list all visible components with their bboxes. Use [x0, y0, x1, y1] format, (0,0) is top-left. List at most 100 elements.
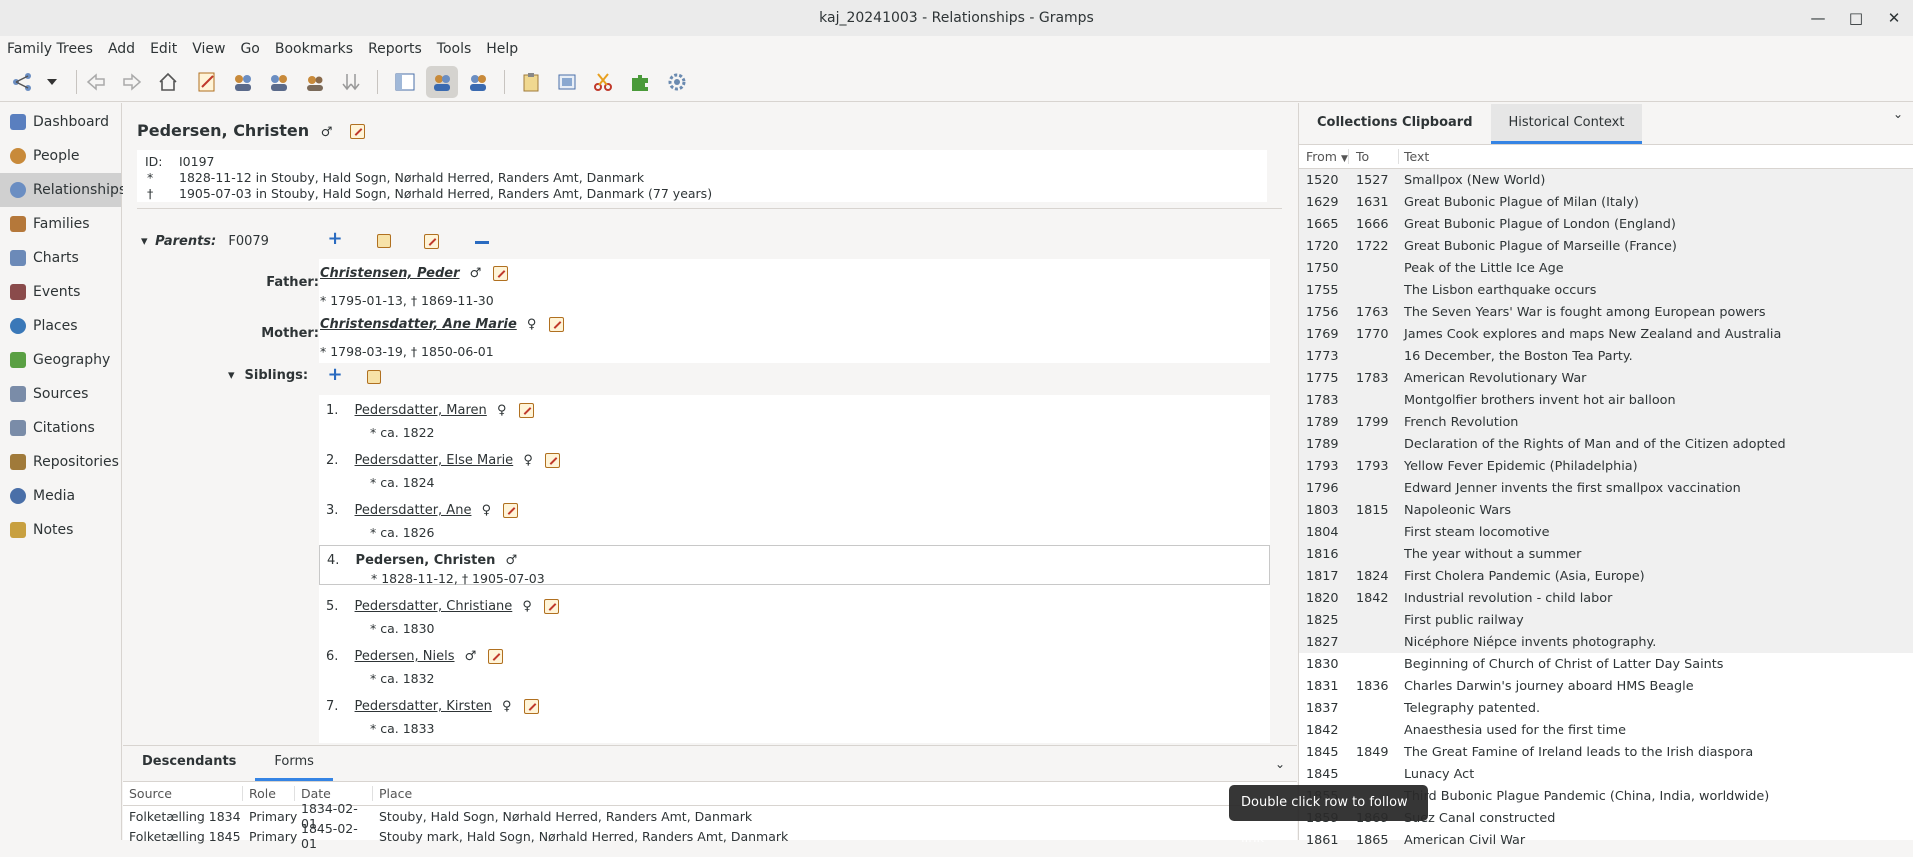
minimize-icon[interactable]: —: [1799, 0, 1837, 36]
remove-family-icon[interactable]: [475, 241, 489, 244]
add-family-icon[interactable]: +: [327, 230, 343, 248]
table-row[interactable]: 1827 Nicéphore Niépce invents photography…: [1299, 631, 1913, 653]
table-row[interactable]: Folketælling 1845 Primary 1845-02-01 Sto…: [123, 821, 1297, 851]
edit-person-icon[interactable]: [349, 124, 365, 139]
column-text[interactable]: Text: [1399, 149, 1429, 164]
sidebar-item-media[interactable]: Media: [0, 479, 121, 513]
table-row[interactable]: 1793 1793 Yellow Fever Epidemic (Philadelp…: [1299, 455, 1913, 477]
reorder-icon[interactable]: [335, 66, 367, 98]
family-id[interactable]: F0079: [228, 234, 269, 249]
sibling-name-link[interactable]: Pedersdatter, Maren: [355, 403, 487, 418]
sidebar-item-places[interactable]: Places: [0, 309, 121, 343]
menu-reports[interactable]: Reports: [368, 41, 422, 57]
table-row[interactable]: 1775 1783 American Revolutionary War: [1299, 367, 1913, 389]
table-row[interactable]: 1755 The Lisbon earthquake occurs: [1299, 279, 1913, 301]
maximize-icon[interactable]: □: [1837, 0, 1875, 36]
sibling-name-link[interactable]: Pedersdatter, Ane: [355, 503, 472, 518]
sibling-name-link[interactable]: Pedersdatter, Else Marie: [355, 453, 514, 468]
add-parents-icon[interactable]: [227, 66, 259, 98]
chevron-down-icon[interactable]: ⌄: [1893, 107, 1903, 121]
menu-view[interactable]: View: [192, 41, 225, 57]
column-source[interactable]: Source: [123, 786, 243, 801]
sidebar-item-people[interactable]: People: [0, 139, 121, 173]
sidebar-item-sources[interactable]: Sources: [0, 377, 121, 411]
tab-historical-context[interactable]: Historical Context: [1490, 104, 1643, 144]
menu-family-trees[interactable]: Family Trees: [7, 41, 93, 57]
person-view-icon[interactable]: [426, 66, 458, 98]
column-role[interactable]: Role: [243, 786, 295, 801]
column-date[interactable]: Date: [295, 786, 373, 801]
add-sibling-icon[interactable]: +: [327, 366, 343, 384]
edit-person-icon[interactable]: [191, 66, 223, 98]
edit-sibling-icon[interactable]: [545, 453, 560, 468]
home-icon[interactable]: [152, 66, 184, 98]
share-family-icon[interactable]: [377, 234, 391, 248]
share-sibling-icon[interactable]: [367, 370, 381, 384]
sidebar-item-repositories[interactable]: Repositories: [0, 445, 121, 479]
sibling-name-link[interactable]: Pedersdatter, Kirsten: [355, 699, 492, 714]
menu-help[interactable]: Help: [486, 41, 518, 57]
family-view-icon[interactable]: [462, 66, 494, 98]
forward-icon[interactable]: [116, 66, 148, 98]
sidebar-item-geography[interactable]: Geography: [0, 343, 121, 377]
table-row[interactable]: 1796 Edward Jenner invents the first smal…: [1299, 477, 1913, 499]
column-place[interactable]: Place: [373, 786, 1297, 801]
table-row[interactable]: 1750 Peak of the Little Ice Age: [1299, 257, 1913, 279]
collapse-arrow-icon[interactable]: ▾: [141, 234, 151, 249]
column-from[interactable]: From ▼: [1299, 149, 1349, 164]
menu-go[interactable]: Go: [240, 41, 259, 57]
edit-family-icon[interactable]: [424, 234, 439, 249]
sidebar-item-charts[interactable]: Charts: [0, 241, 121, 275]
edit-sibling-icon[interactable]: [523, 699, 539, 714]
father-name-link[interactable]: Christensen, Peder: [320, 266, 460, 281]
edit-mother-icon[interactable]: [548, 317, 564, 332]
sidebar-item-citations[interactable]: Citations: [0, 411, 121, 445]
table-row[interactable]: 1803 1815 Napoleonic Wars: [1299, 499, 1913, 521]
table-row[interactable]: 1789 1799 French Revolution: [1299, 411, 1913, 433]
table-row[interactable]: 1820 1842 Industrial revolution - child la…: [1299, 587, 1913, 609]
share-parents-icon[interactable]: [263, 66, 295, 98]
family-trees-icon[interactable]: [6, 66, 38, 98]
edit-sibling-icon[interactable]: [503, 503, 519, 518]
column-to[interactable]: To: [1349, 149, 1399, 164]
dropdown-arrow-icon[interactable]: [42, 66, 62, 98]
table-row[interactable]: 1783 Montgolfier brothers invent hot air …: [1299, 389, 1913, 411]
chevron-down-icon[interactable]: ⌄: [1275, 757, 1285, 771]
table-row[interactable]: 1520 1527 Smallpox (New World): [1299, 169, 1913, 191]
table-row[interactable]: 1804 First steam locomotive: [1299, 521, 1913, 543]
tab-collections-clipboard[interactable]: Collections Clipboard: [1299, 104, 1491, 144]
table-row[interactable]: 1720 1722 Great Bubonic Plague of Marseill…: [1299, 235, 1913, 257]
image-icon[interactable]: [551, 66, 583, 98]
sibling-name-link[interactable]: Pedersdatter, Christiane: [355, 599, 513, 614]
sidebar-item-events[interactable]: Events: [0, 275, 121, 309]
table-row[interactable]: 1769 1770 James Cook explores and maps New…: [1299, 323, 1913, 345]
menu-add[interactable]: Add: [108, 41, 135, 57]
mother-name-link[interactable]: Christensdatter, Ane Marie: [320, 317, 517, 332]
sibling-name-link[interactable]: Pedersen, Niels: [355, 649, 455, 664]
edit-sibling-icon[interactable]: [544, 599, 560, 614]
table-row[interactable]: 1845 Lunacy Act: [1299, 763, 1913, 785]
edit-father-icon[interactable]: [493, 266, 509, 281]
sidebar-item-notes[interactable]: Notes: [0, 513, 121, 547]
preferences-gear-icon[interactable]: [661, 66, 693, 98]
menu-tools[interactable]: Tools: [437, 41, 472, 57]
table-row[interactable]: 1861 1865 American Civil War: [1299, 829, 1913, 851]
close-icon[interactable]: ✕: [1875, 0, 1913, 36]
table-row[interactable]: 1845 1849 The Great Famine of Ireland lead…: [1299, 741, 1913, 763]
table-row[interactable]: 1816 The year without a summer: [1299, 543, 1913, 565]
sidebar-toggle-icon[interactable]: [389, 66, 421, 98]
sidebar-item-dashboard[interactable]: Dashboard: [0, 105, 121, 139]
plugin-icon[interactable]: [624, 66, 656, 98]
table-row[interactable]: 1842 Anaesthesia used for the first time: [1299, 719, 1913, 741]
collapse-arrow-icon[interactable]: ▾: [228, 368, 240, 383]
tab-descendants[interactable]: Descendants: [123, 745, 255, 781]
table-row[interactable]: 1773 16 December, the Boston Tea Party.: [1299, 345, 1913, 367]
table-row[interactable]: 1756 1763 The Seven Years' War is fought a…: [1299, 301, 1913, 323]
table-row[interactable]: 1665 1666 Great Bubonic Plague of London (…: [1299, 213, 1913, 235]
menu-bookmarks[interactable]: Bookmarks: [275, 41, 353, 57]
table-row[interactable]: 1789 Declaration of the Rights of Man and…: [1299, 433, 1913, 455]
back-icon[interactable]: [80, 66, 112, 98]
table-row[interactable]: 1629 1631 Great Bubonic Plague of Milan (I…: [1299, 191, 1913, 213]
menu-edit[interactable]: Edit: [150, 41, 177, 57]
edit-sibling-icon[interactable]: [488, 649, 504, 664]
